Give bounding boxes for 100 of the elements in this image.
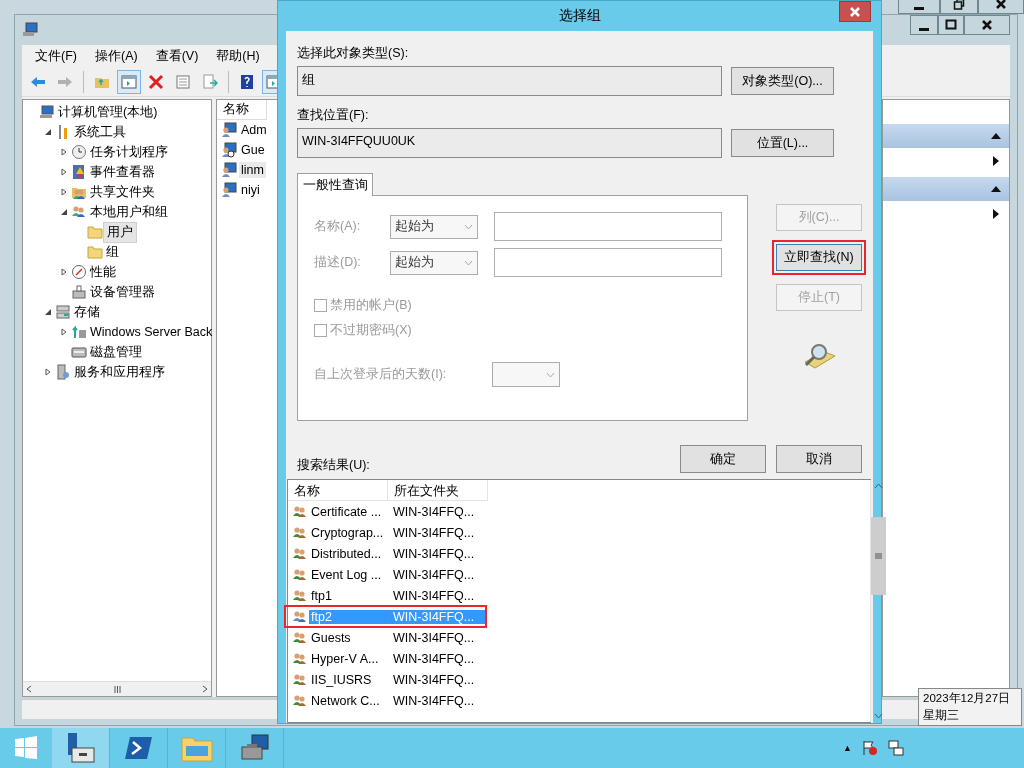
- dialog-button[interactable]: 立即查找(N): [776, 244, 862, 271]
- scroll-down-icon[interactable]: [874, 713, 883, 719]
- expand-arrow-icon[interactable]: [60, 268, 68, 276]
- object-type-button[interactable]: 对象类型(O)...: [731, 67, 834, 95]
- expand-arrow-icon[interactable]: [60, 328, 68, 336]
- event-log-icon: [71, 164, 87, 180]
- result-folder: WIN-3I4FFQ...: [392, 588, 476, 603]
- tree-item[interactable]: 用户: [103, 221, 137, 243]
- folder-icon: [180, 734, 213, 762]
- menu-item[interactable]: 操作(A): [85, 47, 147, 65]
- result-name[interactable]: ftp1: [309, 588, 389, 603]
- result-folder: WIN-3I4FFQ...: [392, 525, 476, 540]
- column-header[interactable]: 名称: [288, 480, 388, 501]
- minimize-button[interactable]: [910, 15, 938, 35]
- users-icon: [71, 204, 87, 220]
- tab[interactable]: 一般性查询: [297, 173, 373, 196]
- storage-icon: [55, 304, 71, 320]
- tree-item[interactable]: 本地用户和组: [87, 202, 171, 222]
- result-name[interactable]: Guests: [309, 630, 389, 645]
- weekday-text: 星期三: [923, 708, 960, 723]
- network-icon[interactable]: [888, 740, 904, 756]
- delete-icon: [148, 73, 164, 90]
- vertical-scrollbar[interactable]: [870, 480, 886, 722]
- result-folder: WIN-3I4FFQ...: [392, 546, 476, 561]
- scroll-up-icon[interactable]: [874, 483, 883, 489]
- tree-item[interactable]: 存储: [71, 302, 103, 322]
- result-name[interactable]: Network C...: [309, 693, 389, 708]
- maximize-button[interactable]: [938, 15, 964, 35]
- help-icon: [239, 73, 255, 90]
- tree-item[interactable]: 计算机管理(本地): [55, 102, 161, 122]
- restore-icon: [953, 0, 965, 10]
- tray-arrow[interactable]: ▲: [843, 743, 852, 753]
- group-icon: [292, 692, 308, 709]
- result-folder: WIN-3I4FFQ...: [392, 504, 476, 519]
- taskbar-app[interactable]: [52, 728, 110, 768]
- user-icon: [221, 122, 237, 138]
- list-item[interactable]: linm: [239, 162, 266, 178]
- input-field[interactable]: [494, 212, 722, 241]
- list-item[interactable]: niyi: [239, 182, 262, 198]
- tree-item[interactable]: 磁盘管理: [87, 342, 145, 362]
- tree-item[interactable]: 事件查看器: [87, 162, 158, 182]
- result-name[interactable]: Certificate ...: [309, 504, 389, 519]
- result-name[interactable]: IIS_IUSRS: [309, 672, 389, 687]
- field-label: 查找位置(F):: [297, 107, 370, 123]
- close-button[interactable]: [978, 0, 1024, 14]
- close-button[interactable]: [839, 1, 871, 22]
- expand-arrow-icon[interactable]: [60, 148, 68, 156]
- group-icon: [292, 524, 308, 541]
- list-item[interactable]: Gue: [239, 142, 267, 158]
- menu-item[interactable]: 文件(F): [26, 47, 86, 65]
- expand-arrow-icon[interactable]: [60, 188, 68, 196]
- cancel-button[interactable]: 取消: [776, 445, 862, 473]
- flag-icon[interactable]: [862, 740, 878, 756]
- result-folder: WIN-3I4FFQ...: [392, 567, 476, 582]
- group-icon: [292, 566, 308, 583]
- tree-item[interactable]: 任务计划程序: [87, 142, 171, 162]
- tree-item[interactable]: 设备管理器: [87, 282, 158, 302]
- scroll-right-icon[interactable]: [202, 685, 208, 693]
- tree-item[interactable]: 系统工具: [71, 122, 129, 142]
- restore-button[interactable]: [940, 0, 978, 14]
- tree-item[interactable]: 组: [103, 242, 122, 262]
- clock-icon: [71, 144, 87, 160]
- column-header[interactable]: 所在文件夹: [388, 480, 488, 501]
- collapse-arrow-icon[interactable]: [60, 208, 68, 216]
- input-field[interactable]: [494, 248, 722, 277]
- close-button[interactable]: [964, 15, 1010, 35]
- maximize-icon: [945, 19, 957, 31]
- tree-item[interactable]: 服务和应用程序: [71, 362, 168, 382]
- scroll-left-icon[interactable]: [26, 685, 32, 693]
- expand-arrow-icon[interactable]: [44, 368, 52, 376]
- result-folder: WIN-3I4FFQ...: [392, 672, 476, 687]
- minimize-button[interactable]: [898, 0, 940, 14]
- grip-icon: [113, 685, 121, 693]
- location-button[interactable]: 位置(L)...: [731, 129, 834, 157]
- result-name[interactable]: Hyper-V A...: [309, 651, 389, 666]
- server-manager-icon: [65, 732, 96, 764]
- menu-item[interactable]: 查看(V): [146, 47, 208, 65]
- submenu-arrow-icon[interactable]: [993, 209, 999, 219]
- pane-icon: [121, 73, 137, 90]
- result-name[interactable]: Event Log ...: [309, 567, 389, 582]
- submenu-arrow-icon[interactable]: [993, 156, 999, 166]
- folder-icon: [87, 224, 103, 240]
- field-label: 描述(D):: [314, 254, 362, 271]
- menu-item[interactable]: 帮助(H): [207, 47, 269, 65]
- scroll-thumb[interactable]: [871, 517, 886, 595]
- ok-button[interactable]: 确定: [680, 445, 766, 473]
- expand-arrow-icon[interactable]: [60, 168, 68, 176]
- disabled-user-icon: [221, 142, 237, 158]
- horizontal-scrollbar[interactable]: [23, 681, 211, 696]
- tree-item[interactable]: 性能: [87, 262, 119, 282]
- date-text: 2023年12月27日: [923, 691, 1012, 706]
- result-name[interactable]: Distributed...: [309, 546, 389, 561]
- object-type-field: 组: [297, 66, 722, 96]
- list-item[interactable]: Adm: [239, 122, 269, 138]
- column-header[interactable]: 名称: [217, 100, 267, 120]
- result-name[interactable]: Cryptograp...: [309, 525, 389, 540]
- collapse-arrow-icon[interactable]: [44, 308, 52, 316]
- tree-item[interactable]: 共享文件夹: [87, 182, 158, 202]
- tree-item[interactable]: Windows Server Back: [87, 324, 216, 340]
- collapse-arrow-icon[interactable]: [44, 128, 52, 136]
